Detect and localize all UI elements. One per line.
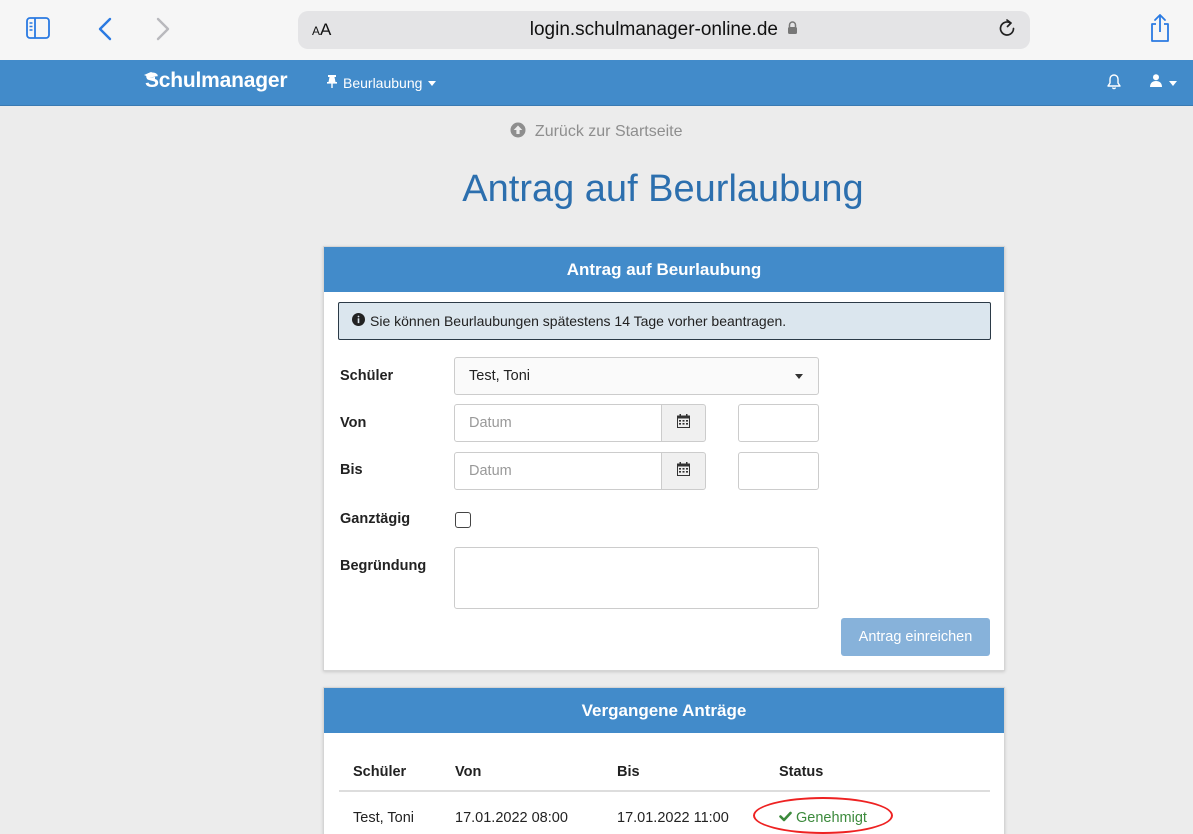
form-panel-heading: Antrag auf Beurlaubung [324,247,1004,292]
user-icon [1150,74,1162,92]
brand-name: Schulmanager [145,69,288,92]
url-text: login.schulmanager-online.de [529,19,778,41]
page-title: Antrag auf Beurlaubung [462,168,864,210]
chevron-down-icon [428,80,437,86]
column-header-to: Bis [603,754,765,792]
back-icon[interactable] [98,17,112,41]
history-panel-heading: Vergangene Anträge [324,688,1004,733]
request-form-panel: Antrag auf Beurlaubung Sie können Beurla… [323,246,1005,671]
submit-request-button[interactable]: Antrag einreichen [841,618,990,656]
to-time-input[interactable] [738,452,819,490]
share-icon[interactable] [1149,13,1171,43]
info-alert: Sie können Beurlaubungen spätestens 14 T… [338,302,991,340]
calendar-icon [677,461,690,481]
calendar-icon [677,413,690,433]
reason-label: Begründung [340,558,427,574]
chevron-down-icon [1169,80,1177,86]
lock-icon [787,19,798,41]
cell-from: 17.01.2022 08:00 [455,809,568,826]
beurlaubung-menu[interactable]: Beurlaubung [327,75,437,91]
cell-student: Test, Toni [353,809,414,826]
from-calendar-button[interactable] [661,404,706,442]
to-label: Bis [340,462,363,478]
reload-icon[interactable] [998,19,1018,46]
fullday-label: Ganztägig [340,511,411,527]
to-calendar-button[interactable] [661,452,706,490]
menu-label: Beurlaubung [343,75,423,91]
student-select-value: Test, Toni [469,368,530,384]
info-text: Sie können Beurlaubungen spätestens 14 T… [370,313,787,329]
pin-icon [327,75,337,91]
student-label: Schüler [340,368,394,384]
from-time-input[interactable] [738,404,819,442]
back-to-home-link[interactable]: Zurück zur Startseite [0,122,1193,143]
column-header-status: Status [765,754,990,792]
column-header-student: Schüler [339,754,441,792]
past-requests-table: Schüler Von Bis Status Test, Toni 17.01.… [339,754,990,834]
chevron-down-icon [795,374,803,379]
bell-icon[interactable] [1107,73,1121,95]
past-requests-panel: Vergangene Anträge Schüler Von Bis Statu… [323,687,1005,834]
highlight-annotation [753,797,893,834]
column-header-from: Von [441,754,603,792]
reason-textarea[interactable] [454,547,819,609]
user-menu[interactable] [1150,74,1177,92]
info-icon [352,313,365,329]
address-bar[interactable]: AA login.schulmanager-online.de [298,11,1030,49]
from-label: Von [340,415,367,431]
back-link-label: Zurück zur Startseite [534,123,683,140]
sidebar-toggle-icon[interactable] [26,17,50,39]
arrow-circle-up-icon [510,122,526,143]
from-date-placeholder: Datum [469,415,512,431]
graduation-cap-icon [144,63,158,87]
fullday-checkbox[interactable] [455,512,471,528]
table-header-row: Schüler Von Bis Status [339,754,990,792]
browser-toolbar: AA login.schulmanager-online.de [0,0,1193,60]
student-select[interactable]: Test, Toni [454,357,819,395]
cell-to: 17.01.2022 11:00 [617,809,729,826]
to-date-input[interactable]: Datum [454,452,662,490]
to-date-placeholder: Datum [469,463,512,479]
brand-logo[interactable]: Schulmanager [144,69,288,93]
app-navbar: Schulmanager Beurlaubung [0,60,1193,106]
forward-icon[interactable] [156,17,170,41]
from-date-input[interactable]: Datum [454,404,662,442]
